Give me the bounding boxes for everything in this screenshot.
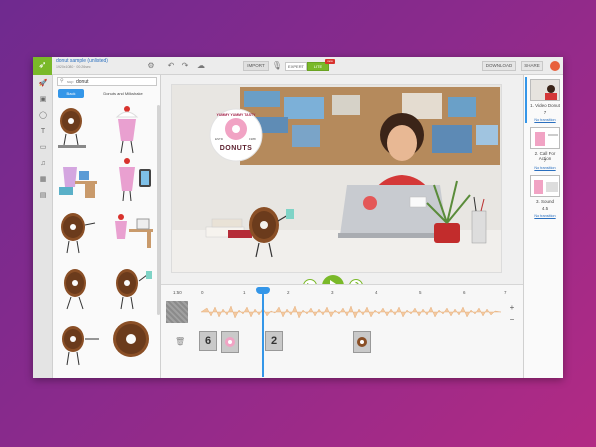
scene-thumbnail[interactable] <box>530 127 560 149</box>
scene-transition-link[interactable]: No transition <box>528 166 562 170</box>
category-title: Donuts and Milkshake <box>103 91 143 96</box>
scene-duration: 4.5 <box>541 206 549 211</box>
rocket-icon[interactable]: 🚀 <box>38 79 48 89</box>
editor-window: ➶ donut sample (unlisted) 1920x1080 · 00… <box>33 57 563 378</box>
speech-bubble-icon[interactable]: ◯ <box>38 111 48 121</box>
asset-donut-pointing[interactable] <box>55 319 101 369</box>
asset-donut-flag[interactable] <box>109 261 155 311</box>
timeline-tick: 2 <box>287 290 290 295</box>
scene-thumbnail[interactable] <box>530 79 560 101</box>
timeline-tick: 1 <box>243 290 246 295</box>
back-button[interactable]: Back <box>58 89 84 98</box>
search-icon: ⚲ <box>60 78 64 84</box>
asset-milkshake-desk[interactable] <box>55 157 101 203</box>
scene-card[interactable]: 2 <box>265 331 283 351</box>
shape-icon[interactable]: ▭ <box>38 143 48 153</box>
asset-milkshake-character[interactable] <box>107 103 149 155</box>
asset-donut-walking[interactable] <box>57 263 97 313</box>
library-scrollbar[interactable] <box>157 105 160 315</box>
avatar[interactable] <box>550 61 560 71</box>
audio-waveform[interactable] <box>201 303 501 321</box>
video-stage[interactable]: YUMMY YUMMY TASTY ESTD 1988 DONUTS <box>171 84 502 273</box>
timeline-tick: 3 <box>331 290 334 295</box>
zoom-out-icon[interactable]: − <box>507 315 517 325</box>
asset-milkshake-workstation[interactable] <box>107 207 157 257</box>
scene-transition-link[interactable]: No transition <box>528 118 562 122</box>
music-icon[interactable]: ♫ <box>38 159 48 169</box>
scene-label: 1. Video Donut <box>530 103 560 108</box>
new-badge: new <box>325 59 335 64</box>
scene-panel: 1. Video Donut 7 No transition 2. Call F… <box>523 75 563 378</box>
asset-donut-round[interactable] <box>109 317 155 363</box>
app-logo-icon[interactable]: ➶ <box>33 57 52 75</box>
microphone-icon[interactable]: 🎙 <box>271 60 283 72</box>
zoom-in-icon[interactable]: + <box>507 303 517 313</box>
gear-icon[interactable]: ⚙ <box>145 60 157 72</box>
scene-label: 3. Sound <box>535 199 554 204</box>
asset-donut-dancing[interactable] <box>55 207 99 257</box>
mode-expert-toggle[interactable]: EXPERT <box>285 62 307 71</box>
logo-badge-main-text: DONUTS <box>219 145 253 152</box>
asset-skateboard-donut[interactable] <box>55 105 93 153</box>
timeline-tick: 7 <box>504 290 507 295</box>
search-box[interactable]: ⚲ sup <box>57 77 157 86</box>
redo-icon[interactable]: ↷ <box>179 60 191 72</box>
timeline-tick: 4 <box>375 290 378 295</box>
scene-card-donut-thumb[interactable] <box>221 331 239 353</box>
chart-icon[interactable]: ▤ <box>38 191 48 201</box>
scene-thumbnail[interactable] <box>530 175 560 197</box>
scene-card-donut-thumb[interactable] <box>353 331 371 353</box>
scene-duration: 7 <box>543 110 547 115</box>
search-input[interactable] <box>76 78 154 85</box>
top-bar: ➶ donut sample (unlisted) 1920x1080 · 00… <box>33 57 563 75</box>
logo-badge-est: ESTD <box>215 137 224 141</box>
logo-badge-year: 1988 <box>249 137 256 141</box>
undo-icon[interactable]: ↶ <box>165 60 177 72</box>
share-button[interactable]: SHARE <box>521 61 543 71</box>
timeline-tick: 1:50 <box>173 290 182 295</box>
download-button[interactable]: DOWNLOAD <box>482 61 516 71</box>
timeline[interactable]: 1:50 0 1 2 3 4 5 6 7 + − 🗑 6 2 <box>161 284 523 378</box>
film-icon[interactable]: ▦ <box>38 175 48 185</box>
trash-icon[interactable]: 🗑 <box>175 337 185 346</box>
document-title[interactable]: donut sample (unlisted) <box>56 58 108 64</box>
timeline-tick: 6 <box>463 290 466 295</box>
scene-transition-link[interactable]: No transition <box>528 214 562 218</box>
tool-sidebar: 🚀 ▣ ◯ T ▭ ♫ ▦ ▤ <box>33 75 53 378</box>
asset-milkshake-tablet[interactable] <box>109 157 155 203</box>
timeline-tick: 0 <box>201 290 204 295</box>
timeline-tick: 5 <box>419 290 422 295</box>
text-icon[interactable]: T <box>38 127 48 137</box>
asset-library: ⚲ sup Back Donuts and Milkshake <box>53 75 161 378</box>
track-thumbnail[interactable] <box>166 301 188 323</box>
import-button[interactable]: IMPORT <box>243 61 269 71</box>
scene-duration: 7 <box>543 158 547 163</box>
scene-panel-scrollbar[interactable] <box>525 77 527 123</box>
upload-cloud-icon[interactable]: ☁ <box>195 60 207 72</box>
playhead[interactable] <box>262 287 264 377</box>
document-subtitle: 1920x1080 · 00:26sec <box>56 65 91 69</box>
image-icon[interactable]: ▣ <box>38 95 48 105</box>
playhead-handle[interactable] <box>256 287 270 294</box>
stage-area: YUMMY YUMMY TASTY ESTD 1988 DONUTS <box>161 75 523 297</box>
scene-card[interactable]: 6 <box>199 331 217 351</box>
logo-badge-top-text: YUMMY YUMMY TASTY <box>216 113 256 117</box>
search-prefix: sup <box>67 79 74 84</box>
